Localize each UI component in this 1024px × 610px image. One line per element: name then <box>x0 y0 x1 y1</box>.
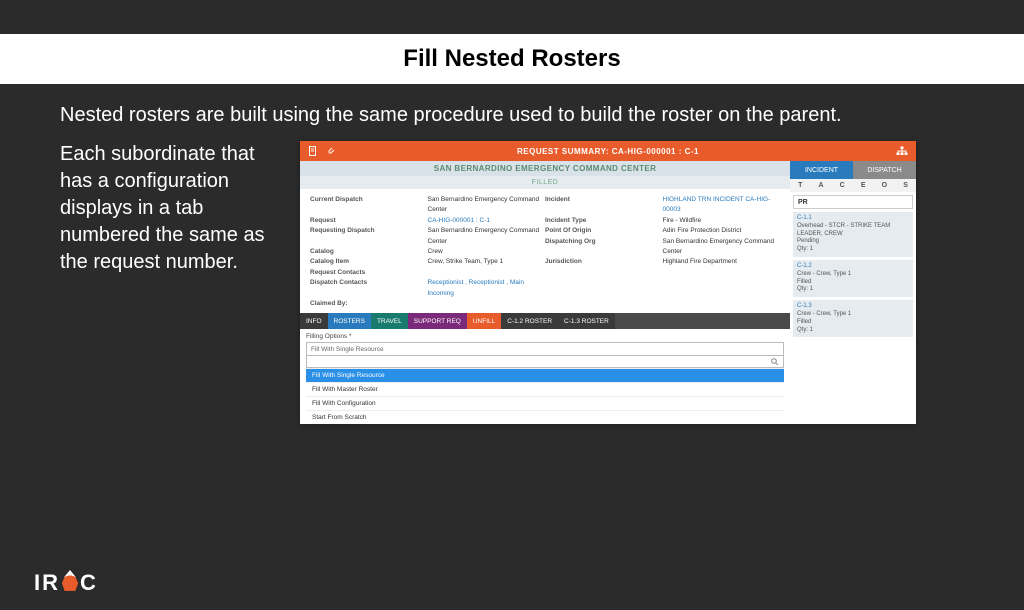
tab-bar: INFO ROSTERS TRAVEL SUPPORT REQ UNFILL C… <box>300 313 790 329</box>
sidebar-item-c12[interactable]: C-1.2 Crew - Crew, Type 1 Filled Qty: 1 <box>793 260 913 297</box>
sidebar-item-id: C-1.1 <box>797 215 812 221</box>
tab-info[interactable]: INFO <box>300 313 328 329</box>
sidebar-item-status: Pending <box>797 238 819 244</box>
option-configuration[interactable]: Fill With Configuration <box>306 396 784 410</box>
filling-options-label: Filling Options * <box>306 333 784 340</box>
flame-icon <box>61 570 79 592</box>
filter-s[interactable]: S <box>903 182 908 189</box>
option-master-roster[interactable]: Fill With Master Roster <box>306 382 784 396</box>
filter-a[interactable]: A <box>818 182 823 189</box>
filling-options-select[interactable]: Fill With Single Resource <box>306 342 784 356</box>
lbl-incident-type: Incident Type <box>545 216 586 226</box>
lbl-incident: Incident <box>545 195 570 205</box>
val-incident[interactable]: HIGHLAND TRN INCIDENT CA-HIG-00003 <box>663 196 771 213</box>
lbl-catalog: Catalog <box>310 247 334 257</box>
paragraph-2: Each subordinate that has a configuratio… <box>60 141 300 424</box>
details-panel: Current Dispatch Request Requesting Disp… <box>300 189 790 313</box>
sidebar: INCIDENT DISPATCH T A C E O S PR C-1.1 <box>790 161 916 424</box>
option-start-from-scratch[interactable]: Start From Scratch <box>306 410 784 424</box>
logo-text-right: C <box>80 570 98 596</box>
request-summary-label: REQUEST SUMMARY: CA-HIG-000001 : C-1 <box>300 147 916 156</box>
lbl-current-dispatch: Current Dispatch <box>310 195 363 205</box>
logo-text-left: IR <box>34 570 60 596</box>
filter-o[interactable]: O <box>882 182 887 189</box>
iroc-logo: IR C <box>34 570 98 596</box>
sidebar-item-qty: Qty: 1 <box>797 327 813 333</box>
tab-travel[interactable]: TRAVEL <box>371 313 408 329</box>
val-dispatching-org: San Bernardino Emergency Command Center <box>663 238 775 255</box>
sidebar-item-status: Filled <box>797 279 811 285</box>
sidebar-pr-input[interactable]: PR <box>793 195 913 209</box>
sidebar-item-desc: Crew - Crew, Type 1 <box>797 311 851 317</box>
sidebar-tab-incident[interactable]: INCIDENT <box>790 161 853 179</box>
center-name: SAN BERNARDINO EMERGENCY COMMAND CENTER <box>300 161 790 176</box>
lbl-point-of-origin: Point Of Origin <box>545 226 591 236</box>
sidebar-item-qty: Qty: 1 <box>797 286 813 292</box>
filling-options-panel: Filling Options * Fill With Single Resou… <box>300 329 790 424</box>
filter-e[interactable]: E <box>861 182 866 189</box>
val-requesting-dispatch: San Bernardino Emergency Command Center <box>428 227 540 244</box>
lbl-jurisdiction: Jurisdiction <box>545 257 582 267</box>
filling-search-row[interactable] <box>306 356 784 368</box>
filter-t[interactable]: T <box>798 182 802 189</box>
sidebar-item-desc: Crew - Crew, Type 1 <box>797 271 851 277</box>
lbl-claimed-by: Claimed By: <box>310 299 348 309</box>
val-current-dispatch: San Bernardino Emergency Command Center <box>428 196 540 213</box>
sidebar-item-c13[interactable]: C-1.3 Crew - Crew, Type 1 Filled Qty: 1 <box>793 300 913 337</box>
body-text: Nested rosters are built using the same … <box>0 84 1024 129</box>
title-bar: Fill Nested Rosters <box>0 34 1024 84</box>
lbl-catalog-item: Catalog Item <box>310 257 349 267</box>
sidebar-item-id: C-1.3 <box>797 303 812 309</box>
val-dispatch-contacts[interactable]: Receptionist , Receptionist , Main Incom… <box>428 279 524 296</box>
tab-c13-roster[interactable]: C-1.3 ROSTER <box>558 313 615 329</box>
sidebar-filter-row[interactable]: T A C E O S <box>790 179 916 192</box>
search-icon <box>771 358 779 366</box>
val-jurisdiction: Highland Fire Department <box>663 258 737 265</box>
request-summary-header: REQUEST SUMMARY: CA-HIG-000001 : C-1 <box>300 141 916 161</box>
lbl-dispatching-org: Dispatching Org <box>545 237 596 247</box>
filter-c[interactable]: C <box>840 182 845 189</box>
paragraph-1: Nested rosters are built using the same … <box>60 102 964 129</box>
val-incident-type: Fire - Wildfire <box>663 217 702 224</box>
sidebar-item-desc: Overhead - STCR - STRIKE TEAM LEADER, CR… <box>797 223 890 237</box>
val-request[interactable]: CA-HIG-000001 : C-1 <box>428 217 491 224</box>
tab-rosters[interactable]: ROSTERS <box>328 313 371 329</box>
option-single-resource[interactable]: Fill With Single Resource <box>306 368 784 382</box>
sidebar-item-status: Filled <box>797 319 811 325</box>
val-catalog-item: Crew, Strike Team, Type 1 <box>428 258 504 265</box>
sidebar-item-id: C-1.2 <box>797 263 812 269</box>
filling-options-dropdown: Fill With Single Resource Fill With Mast… <box>306 368 784 424</box>
slide-title: Fill Nested Rosters <box>403 45 620 73</box>
lbl-requesting-dispatch: Requesting Dispatch <box>310 226 375 236</box>
lbl-dispatch-contacts: Dispatch Contacts <box>310 278 367 288</box>
val-catalog: Crew <box>428 248 443 255</box>
sidebar-tab-dispatch[interactable]: DISPATCH <box>853 161 916 179</box>
lbl-request: Request <box>310 216 336 226</box>
tab-c12-roster[interactable]: C-1.2 ROSTER <box>501 313 558 329</box>
val-point-of-origin: Adin Fire Protection District <box>663 227 742 234</box>
tab-unfill[interactable]: UNFILL <box>467 313 501 329</box>
lbl-request-contacts: Request Contacts <box>310 268 365 278</box>
status-filled: FILLED <box>300 176 790 189</box>
app-screenshot: REQUEST SUMMARY: CA-HIG-000001 : C-1 SAN… <box>300 141 990 424</box>
tab-support-req[interactable]: SUPPORT REQ <box>408 313 467 329</box>
sidebar-item-qty: Qty: 1 <box>797 246 813 252</box>
sidebar-item-c11[interactable]: C-1.1 Overhead - STCR - STRIKE TEAM LEAD… <box>793 212 913 257</box>
